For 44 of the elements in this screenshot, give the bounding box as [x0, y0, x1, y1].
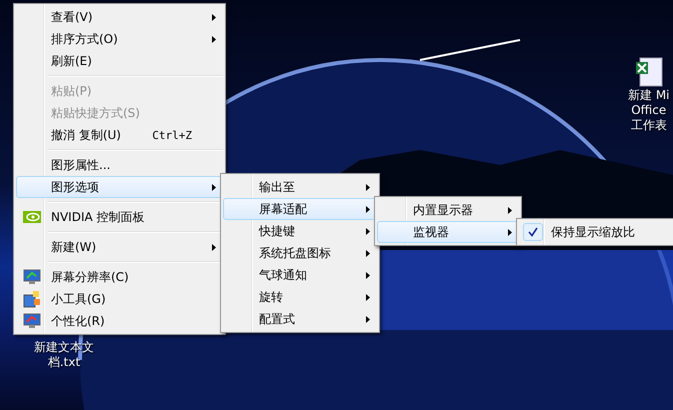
menu-item[interactable]: 屏幕适配 [223, 198, 377, 220]
menu-item[interactable]: 个性化(R) [16, 310, 223, 332]
desktop-icon-label[interactable]: Office [631, 103, 666, 118]
menu-item[interactable]: 排序方式(O) [16, 28, 223, 50]
menu-item[interactable]: 配置式 [223, 308, 377, 330]
menu-item[interactable]: 刷新(E) [16, 50, 223, 72]
submenu-arrow-icon [508, 206, 512, 214]
submenu-arrow-icon [366, 316, 370, 322]
menu-item[interactable]: 撤消 复制(U) Ctrl+Z [16, 124, 223, 146]
monitor-brush-icon [22, 312, 40, 330]
menu-item[interactable]: 输出至 [223, 176, 377, 198]
submenu-arrow-icon [366, 206, 370, 212]
menu-item[interactable]: 图形选项 [16, 176, 223, 198]
menu-item[interactable]: 旋转 [223, 286, 377, 308]
menu-item[interactable]: 查看(V) [16, 6, 223, 28]
submenu-arrow-icon [366, 294, 370, 300]
desktop-icon-label[interactable]: 档.txt [48, 355, 80, 370]
monitor-icon [22, 268, 40, 286]
menu-item[interactable]: 气球通知 [223, 264, 377, 286]
menu-item[interactable]: 保持显示缩放比 [519, 221, 673, 243]
submenu-arrow-icon [508, 228, 512, 236]
menu-item[interactable]: 快捷键 [223, 220, 377, 242]
menu-item[interactable]: 系统托盘图标 [223, 242, 377, 264]
submenu-arrow-icon [366, 272, 370, 278]
menu-item[interactable]: 监视器 [377, 221, 519, 243]
menu-item[interactable]: 小工具(G) [16, 288, 223, 310]
submenu-arrow-icon [212, 244, 216, 250]
menu-item[interactable]: 内置显示器 [377, 199, 519, 221]
menu-item[interactable]: 图形属性... [16, 154, 223, 176]
desktop-icon-label[interactable]: 工作表 [630, 118, 667, 133]
spreadsheet-icon [634, 56, 664, 88]
submenu-arrow-icon [366, 250, 370, 256]
submenu-arrow-icon [212, 14, 216, 20]
menu-item[interactable]: 屏幕分辨率(C) [16, 266, 223, 288]
eye-logo-icon [22, 211, 40, 223]
submenu-arrow-icon [366, 228, 370, 234]
submenu-arrow-icon [212, 36, 216, 42]
menu-item[interactable]: NVIDIA 控制面板 [16, 206, 223, 228]
desktop-icon-label[interactable]: 新建 Mi [628, 88, 670, 103]
gadget-window-icon [22, 290, 40, 308]
submenu-arrow-icon [212, 184, 216, 190]
submenu-arrow-icon [366, 184, 370, 190]
menu-item[interactable]: 新建(W) [16, 236, 223, 258]
desktop-icon-label[interactable]: 新建文本文 [34, 340, 94, 355]
